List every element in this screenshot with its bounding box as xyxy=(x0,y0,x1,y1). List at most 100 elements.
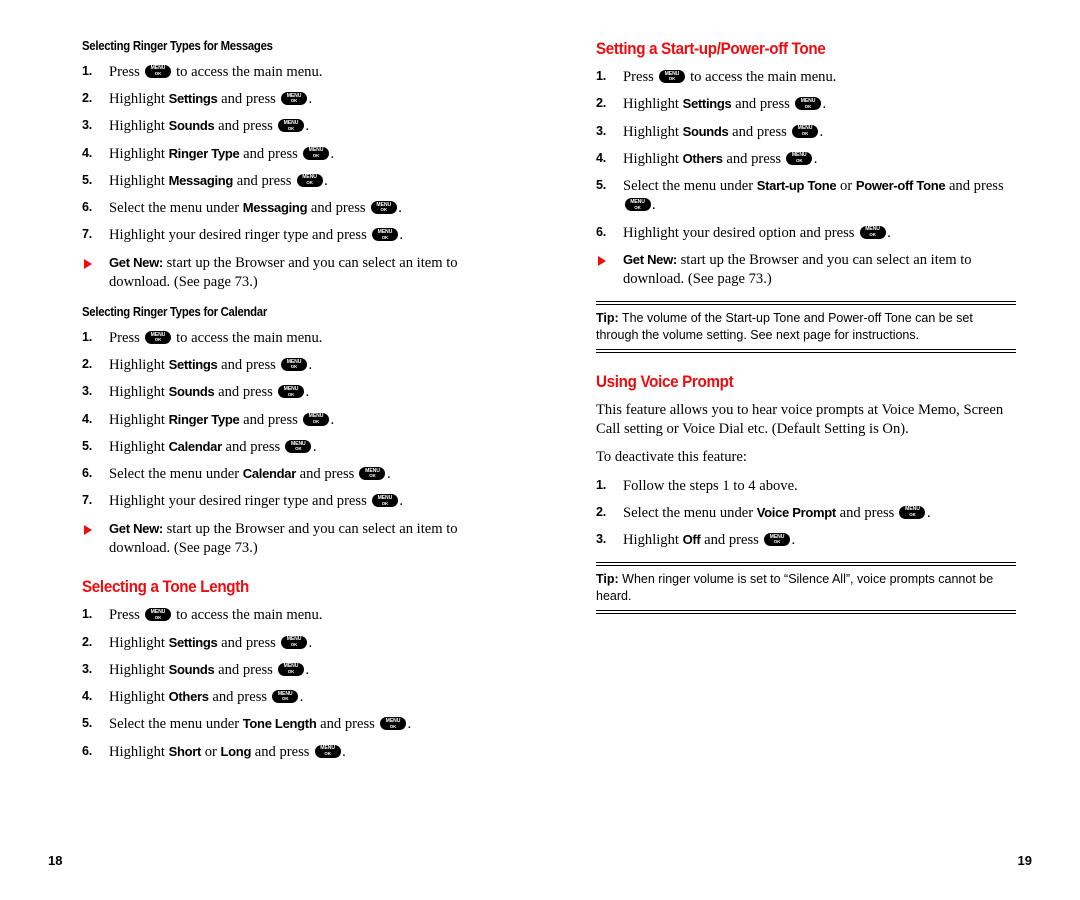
emphasized-menu-term: Get New: xyxy=(623,251,677,267)
step-item: 6. Highlight Short or Long and press MENU… xyxy=(82,743,502,762)
step-item: 5. Select the menu under Start-up Tone or… xyxy=(596,177,1016,216)
body-text: and press xyxy=(700,532,763,549)
body-text: . xyxy=(305,661,310,678)
step-number: 2. xyxy=(82,357,92,372)
menu-ok-key-bottom-label: OK xyxy=(290,364,298,370)
body-text: . xyxy=(308,357,313,374)
emphasized-menu-term: Short xyxy=(168,743,202,759)
body-text: and press xyxy=(945,178,1004,195)
menu-ok-key-icon: MENU OK xyxy=(281,635,307,649)
tip-box: Tip: When ringer volume is set to “Silen… xyxy=(596,562,1016,614)
body-text: and press xyxy=(316,716,379,733)
body-text: Highlight your desired ringer type and p… xyxy=(109,493,371,510)
emphasized-menu-term: Messaging xyxy=(168,172,234,188)
emphasized-menu-term: Settings xyxy=(168,634,218,650)
step-number: 4. xyxy=(82,411,92,426)
step-list: 1. Press MENU OK to access the main menu. 2… xyxy=(596,68,1016,243)
body-text: . xyxy=(342,743,346,760)
menu-ok-key-bottom-label: OK xyxy=(668,76,676,82)
body-text: Press xyxy=(109,63,144,80)
body-text: . xyxy=(887,224,891,241)
emphasized-menu-term: Settings xyxy=(682,96,732,112)
body-text: . xyxy=(305,384,310,401)
emphasized-menu-term: Tone Length xyxy=(242,716,317,732)
menu-ok-key-icon: MENU OK xyxy=(786,151,813,165)
step-number: 6. xyxy=(82,743,92,758)
emphasized-menu-term: Ringer Type xyxy=(168,145,240,161)
emphasized-menu-term: Calendar xyxy=(242,466,297,482)
menu-ok-key-icon: MENU OK xyxy=(277,119,304,133)
step-number: 3. xyxy=(82,661,92,676)
menu-ok-key-bottom-label: OK xyxy=(312,418,320,424)
step-number: 4. xyxy=(82,145,92,160)
body-text: and press xyxy=(221,438,284,455)
step-list: 1. Press MENU OK to access the main menu. 2… xyxy=(82,63,502,246)
step-number: 1. xyxy=(596,69,606,84)
step-number: 5. xyxy=(596,178,606,193)
body-text: . xyxy=(407,716,412,733)
step-number: 1. xyxy=(82,607,92,622)
body-text: to access the main menu. xyxy=(686,69,837,86)
emphasized-menu-term: Voice Prompt xyxy=(756,504,837,520)
menu-ok-key-icon: MENU OK xyxy=(281,358,307,372)
body-text: Select the menu under xyxy=(109,466,243,483)
step-number: 6. xyxy=(82,466,92,481)
page-column-right: Setting a Start-up/Power-off Tone 1. Press… xyxy=(596,40,1016,614)
emphasized-menu-term: Start-up Tone xyxy=(756,178,837,194)
step-item: 1. Press MENU OK to access the main menu. xyxy=(82,606,502,625)
body-text: and press xyxy=(239,411,302,428)
step-number: 5. xyxy=(82,172,92,187)
step-item: 7. Highlight your desired ringer type and… xyxy=(82,492,502,511)
body-text: and press xyxy=(239,145,302,162)
step-number: 2. xyxy=(82,91,92,106)
step-item: 5. Highlight Calendar and press MENU OK. xyxy=(82,438,502,457)
step-item: 7. Highlight your desired ringer type and… xyxy=(82,226,502,245)
tip-label: Tip: xyxy=(596,311,619,326)
menu-ok-key-bottom-label: OK xyxy=(381,500,389,506)
body-text: and press xyxy=(835,504,898,521)
menu-ok-key-icon: MENU OK xyxy=(379,717,406,731)
menu-ok-key-bottom-label: OK xyxy=(909,511,916,517)
step-item: 6. Select the menu under Messaging and pr… xyxy=(82,199,502,218)
emphasized-menu-term: Sounds xyxy=(168,118,215,134)
manual-page-spread: Selecting Ringer Types for Messages 1. Pre… xyxy=(0,0,1080,900)
emphasized-menu-term: Power-off Tone xyxy=(855,178,946,194)
tip-text: When ringer volume is set to “Silence Al… xyxy=(596,572,994,603)
step-item: 1. Follow the steps 1 to 4 above. xyxy=(596,477,1016,496)
triangle-bullet-icon xyxy=(598,255,606,266)
section-heading: Selecting Ringer Types for Calendar xyxy=(82,305,267,320)
body-text: . xyxy=(399,227,404,244)
note-bullet-item: Get New: start up the Browser and you ca… xyxy=(82,254,502,293)
step-item: 1. Press MENU OK to access the main menu. xyxy=(596,68,1016,87)
menu-ok-key-icon: MENU OK xyxy=(302,146,329,160)
step-number: 3. xyxy=(82,118,92,133)
step-item: 1. Press MENU OK to access the main menu. xyxy=(82,329,502,348)
step-item: 4. Highlight Ringer Type and press MENU OK… xyxy=(82,411,502,430)
body-text: to access the main menu. xyxy=(172,607,323,624)
menu-ok-key-bottom-label: OK xyxy=(154,614,162,620)
step-number: 2. xyxy=(596,96,606,111)
body-text: and press xyxy=(251,743,314,760)
note-bullet-item: Get New: start up the Browser and you ca… xyxy=(596,251,1016,290)
body-text: or xyxy=(836,178,856,195)
body-text: to access the main menu. xyxy=(172,329,323,346)
emphasized-menu-term: Sounds xyxy=(682,123,729,139)
emphasized-menu-term: Calendar xyxy=(168,438,223,454)
body-text: Highlight xyxy=(109,145,169,162)
step-item: 4. Highlight Ringer Type and press MENU OK… xyxy=(82,145,502,164)
step-number: 1. xyxy=(82,63,92,78)
page-column-left: Selecting Ringer Types for Messages 1. Pre… xyxy=(82,39,502,770)
menu-ok-key-bottom-label: OK xyxy=(869,231,876,237)
body-text: to access the main menu. xyxy=(172,63,323,80)
step-number: 6. xyxy=(596,224,606,239)
body-text: . xyxy=(386,466,391,483)
step-item: 3. Highlight Off and press MENU OK. xyxy=(596,531,1016,550)
emphasized-menu-term: Ringer Type xyxy=(168,411,240,427)
body-text: . xyxy=(652,197,656,214)
menu-ok-key-bottom-label: OK xyxy=(154,71,162,77)
menu-ok-key-icon: MENU OK xyxy=(144,330,171,344)
menu-ok-key-icon: MENU OK xyxy=(370,201,397,215)
menu-ok-key-icon: MENU OK xyxy=(277,385,304,399)
menu-ok-key-icon: MENU OK xyxy=(314,744,341,758)
body-text: . xyxy=(324,172,328,189)
